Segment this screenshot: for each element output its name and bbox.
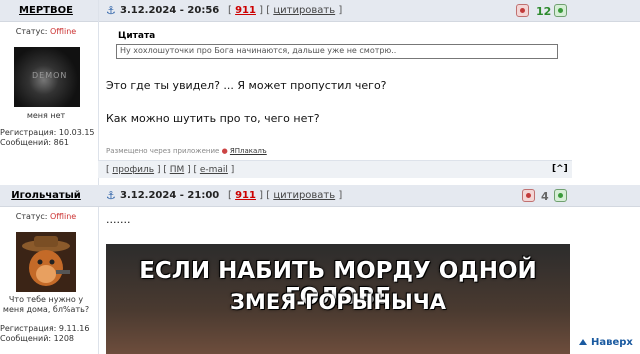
- rate-minus-icon[interactable]: [516, 4, 529, 17]
- post-meta: [ 911 ] [ цитировать ]: [228, 190, 343, 201]
- posted-via: Размещено через приложение ● ЯПлакалъ: [106, 147, 267, 155]
- post-date: 3.12.2024 - 21:00: [120, 190, 220, 201]
- meme-image[interactable]: ЕСЛИ НАБИТЬ МОРДУ ОДНОЙ ГОЛОВЕ ЗМЕЯ-ГОРЫ…: [106, 244, 570, 354]
- profile-link[interactable]: профиль: [112, 165, 154, 175]
- rate-minus-icon[interactable]: [522, 189, 535, 202]
- avatar-caption: меня нет: [26, 111, 66, 120]
- post-score: 4: [541, 190, 549, 203]
- meme-caption: ЗМЕЯ-ГОРЫНЫЧА: [230, 290, 446, 314]
- post-number-link[interactable]: 911: [235, 190, 256, 201]
- quote-link[interactable]: цитировать: [273, 190, 335, 201]
- post-footer-links: [ профиль ] [ ПМ ] [ e-mail ]: [106, 165, 235, 175]
- rate-plus-icon[interactable]: [554, 189, 567, 202]
- quote-link[interactable]: цитировать: [273, 5, 335, 16]
- post-text-line: Это где ты увидел? ... Я может пропустил…: [106, 79, 387, 92]
- post-text-line: .......: [106, 213, 131, 226]
- email-link[interactable]: e-mail: [200, 165, 228, 175]
- post-score: 12: [536, 5, 552, 18]
- quote-text: Ну хохлошуточки про Бога начинаются, дал…: [116, 44, 558, 59]
- avatar-image: [16, 232, 76, 292]
- rate-plus-icon[interactable]: [554, 4, 567, 17]
- anchor-icon[interactable]: ⚓: [106, 4, 116, 17]
- avatar-caption: Что тебе нужно у меня дома, бл%ать?: [2, 295, 90, 314]
- quote-title: Цитата: [118, 31, 156, 41]
- pm-link[interactable]: ПМ: [170, 165, 185, 175]
- message-count: Сообщений: 861: [0, 138, 69, 147]
- post-author-link[interactable]: Игольчатый: [0, 190, 92, 201]
- scroll-to-top-button[interactable]: Наверх: [579, 337, 633, 348]
- post-number-link[interactable]: 911: [235, 5, 256, 16]
- avatar[interactable]: [16, 232, 76, 292]
- message-count: Сообщений: 1208: [0, 334, 74, 343]
- registration-date: Регистрация: 10.03.15: [0, 128, 95, 137]
- post-date: 3.12.2024 - 20:56: [120, 5, 220, 16]
- post-author-link[interactable]: МЕРТВОЕ: [0, 5, 92, 16]
- post-meta: [ 911 ] [ цитировать ]: [228, 5, 343, 16]
- post-text-line: Как можно шутить про то, чего нет?: [106, 112, 320, 125]
- app-link[interactable]: ЯПлакалъ: [230, 147, 267, 155]
- to-top-link[interactable]: [^]: [552, 164, 568, 174]
- registration-date: Регистрация: 9.11.16: [0, 324, 90, 333]
- author-status: Статус: Offline: [15, 212, 77, 221]
- author-status: Статус: Offline: [15, 27, 77, 36]
- up-arrow-icon: [579, 339, 587, 345]
- anchor-icon[interactable]: ⚓: [106, 189, 116, 202]
- avatar[interactable]: DEMON: [14, 47, 80, 107]
